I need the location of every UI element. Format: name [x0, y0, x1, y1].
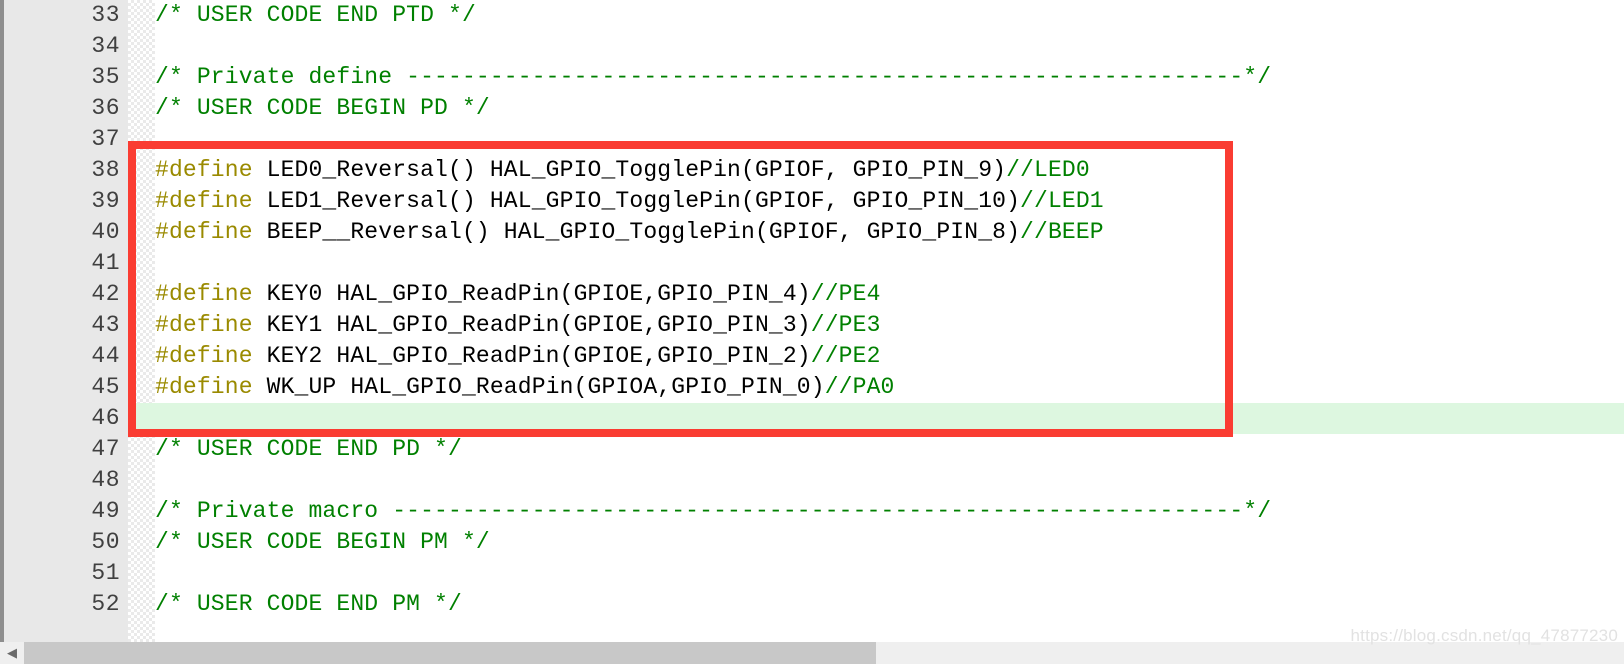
- line-number: 46: [91, 405, 120, 431]
- code-token: #define: [155, 312, 253, 338]
- code-editor: 33 /* USER CODE END PTD */ 34 35 /* Private …: [0, 0, 1624, 664]
- code-line-38: 38 #define LED0_Reversal() HAL_GPIO_Toggl…: [0, 155, 1624, 186]
- code-token: //BEEP: [1020, 219, 1104, 245]
- line-content[interactable]: /* Private define ----------------------…: [155, 62, 1624, 93]
- line-number: 49: [91, 498, 120, 524]
- line-number: 39: [91, 188, 120, 214]
- line-number: 38: [91, 157, 120, 183]
- code-token: LED0_Reversal() HAL_GPIO_TogglePin(GPIOF…: [252, 157, 1007, 183]
- code-line-35: 35 /* Private define --------------------…: [0, 62, 1624, 93]
- code-line-36: 36 /* USER CODE BEGIN PD */: [0, 93, 1624, 124]
- code-line-44: 44 #define KEY2 HAL_GPIO_ReadPin(GPIOE,GP…: [0, 341, 1624, 372]
- code-token: #define: [155, 281, 253, 307]
- code-token: KEY0 HAL_GPIO_ReadPin(GPIOE,GPIO_PIN_4): [252, 281, 811, 307]
- code-token: /* USER CODE END PM */: [155, 591, 462, 617]
- code-token: //PE2: [810, 343, 881, 369]
- line-number: 44: [91, 343, 120, 369]
- code-line-45: 45 #define WK_UP HAL_GPIO_ReadPin(GPIOA,G…: [0, 372, 1624, 403]
- code-token: KEY2 HAL_GPIO_ReadPin(GPIOE,GPIO_PIN_2): [252, 343, 811, 369]
- line-content[interactable]: #define KEY2 HAL_GPIO_ReadPin(GPIOE,GPIO…: [155, 341, 1624, 372]
- code-token: #define: [155, 157, 253, 183]
- code-line-41: 41: [0, 248, 1624, 279]
- code-line-34: 34: [0, 31, 1624, 62]
- code-line-50: 50 /* USER CODE BEGIN PM */: [0, 527, 1624, 558]
- code-token: /* USER CODE END PD */: [155, 436, 462, 462]
- scrollbar-thumb[interactable]: [24, 642, 876, 664]
- code-line-33: 33 /* USER CODE END PTD */: [0, 0, 1624, 31]
- code-line-51: 51: [0, 558, 1624, 589]
- code-token: /* USER CODE BEGIN PD */: [155, 95, 490, 121]
- code-token: BEEP__Reversal() HAL_GPIO_TogglePin(GPIO…: [252, 219, 1021, 245]
- line-content[interactable]: /* USER CODE BEGIN PD */: [155, 93, 1624, 124]
- code-token: #define: [155, 343, 253, 369]
- line-content[interactable]: /* Private macro -----------------------…: [155, 496, 1624, 527]
- line-number: 48: [91, 467, 120, 493]
- line-content[interactable]: #define BEEP__Reversal() HAL_GPIO_Toggle…: [155, 217, 1624, 248]
- code-line-42: 42 #define KEY0 HAL_GPIO_ReadPin(GPIOE,GP…: [0, 279, 1624, 310]
- line-number: 33: [91, 2, 120, 28]
- line-number: 36: [91, 95, 120, 121]
- line-content[interactable]: /* USER CODE END PD */: [155, 434, 1624, 465]
- code-line-49: 49 /* Private macro ---------------------…: [0, 496, 1624, 527]
- code-token: //PE4: [810, 281, 881, 307]
- line-content[interactable]: #define KEY0 HAL_GPIO_ReadPin(GPIOE,GPIO…: [155, 279, 1624, 310]
- code-token: #define: [155, 219, 253, 245]
- line-content[interactable]: #define WK_UP HAL_GPIO_ReadPin(GPIOA,GPI…: [155, 372, 1624, 403]
- code-token: /* Private define ----------------------…: [155, 64, 1272, 90]
- code-token: //LED1: [1020, 188, 1104, 214]
- line-number: 42: [91, 281, 120, 307]
- code-line-37: 37: [0, 124, 1624, 155]
- code-line-52: 52 /* USER CODE END PM */: [0, 589, 1624, 620]
- line-number: 35: [91, 64, 120, 90]
- code-line-40: 40 #define BEEP__Reversal() HAL_GPIO_Togg…: [0, 217, 1624, 248]
- line-content[interactable]: /* USER CODE BEGIN PM */: [155, 527, 1624, 558]
- line-content[interactable]: /* USER CODE END PM */: [155, 589, 1624, 620]
- line-number: 34: [91, 33, 120, 59]
- code-token: WK_UP HAL_GPIO_ReadPin(GPIOA,GPIO_PIN_0): [252, 374, 825, 400]
- code-token: KEY1 HAL_GPIO_ReadPin(GPIOE,GPIO_PIN_3): [252, 312, 811, 338]
- scroll-left-arrow-icon[interactable]: ◀: [0, 642, 24, 664]
- line-content[interactable]: #define LED0_Reversal() HAL_GPIO_ToggleP…: [155, 155, 1624, 186]
- code-token: #define: [155, 374, 253, 400]
- watermark-text: https://blog.csdn.net/qq_47877230: [1350, 626, 1618, 645]
- code-line-48: 48: [0, 465, 1624, 496]
- line-number: 51: [91, 560, 120, 586]
- code-token: /* Private macro -----------------------…: [155, 498, 1272, 524]
- code-line-47: 47 /* USER CODE END PD */: [0, 434, 1624, 465]
- code-line-43: 43 #define KEY1 HAL_GPIO_ReadPin(GPIOE,GP…: [0, 310, 1624, 341]
- code-token: //PA0: [824, 374, 895, 400]
- code-token: //PE3: [810, 312, 881, 338]
- line-number: 50: [91, 529, 120, 555]
- line-content[interactable]: /* USER CODE END PTD */: [155, 0, 1624, 31]
- line-number: 45: [91, 374, 120, 400]
- code-token: /* USER CODE BEGIN PM */: [155, 529, 490, 555]
- line-number: 43: [91, 312, 120, 338]
- code-token: LED1_Reversal() HAL_GPIO_TogglePin(GPIOF…: [252, 188, 1021, 214]
- code-token: //LED0: [1006, 157, 1090, 183]
- line-number: 41: [91, 250, 120, 276]
- code-token: #define: [155, 188, 253, 214]
- line-content[interactable]: #define LED1_Reversal() HAL_GPIO_ToggleP…: [155, 186, 1624, 217]
- code-line-39: 39 #define LED1_Reversal() HAL_GPIO_Toggl…: [0, 186, 1624, 217]
- line-number: 40: [91, 219, 120, 245]
- code-token: /* USER CODE END PTD */: [155, 2, 476, 28]
- line-number: 47: [91, 436, 120, 462]
- line-number: 37: [91, 126, 120, 152]
- line-content[interactable]: #define KEY1 HAL_GPIO_ReadPin(GPIOE,GPIO…: [155, 310, 1624, 341]
- code-line-46: 46: [0, 403, 1624, 434]
- line-number: 52: [91, 591, 120, 617]
